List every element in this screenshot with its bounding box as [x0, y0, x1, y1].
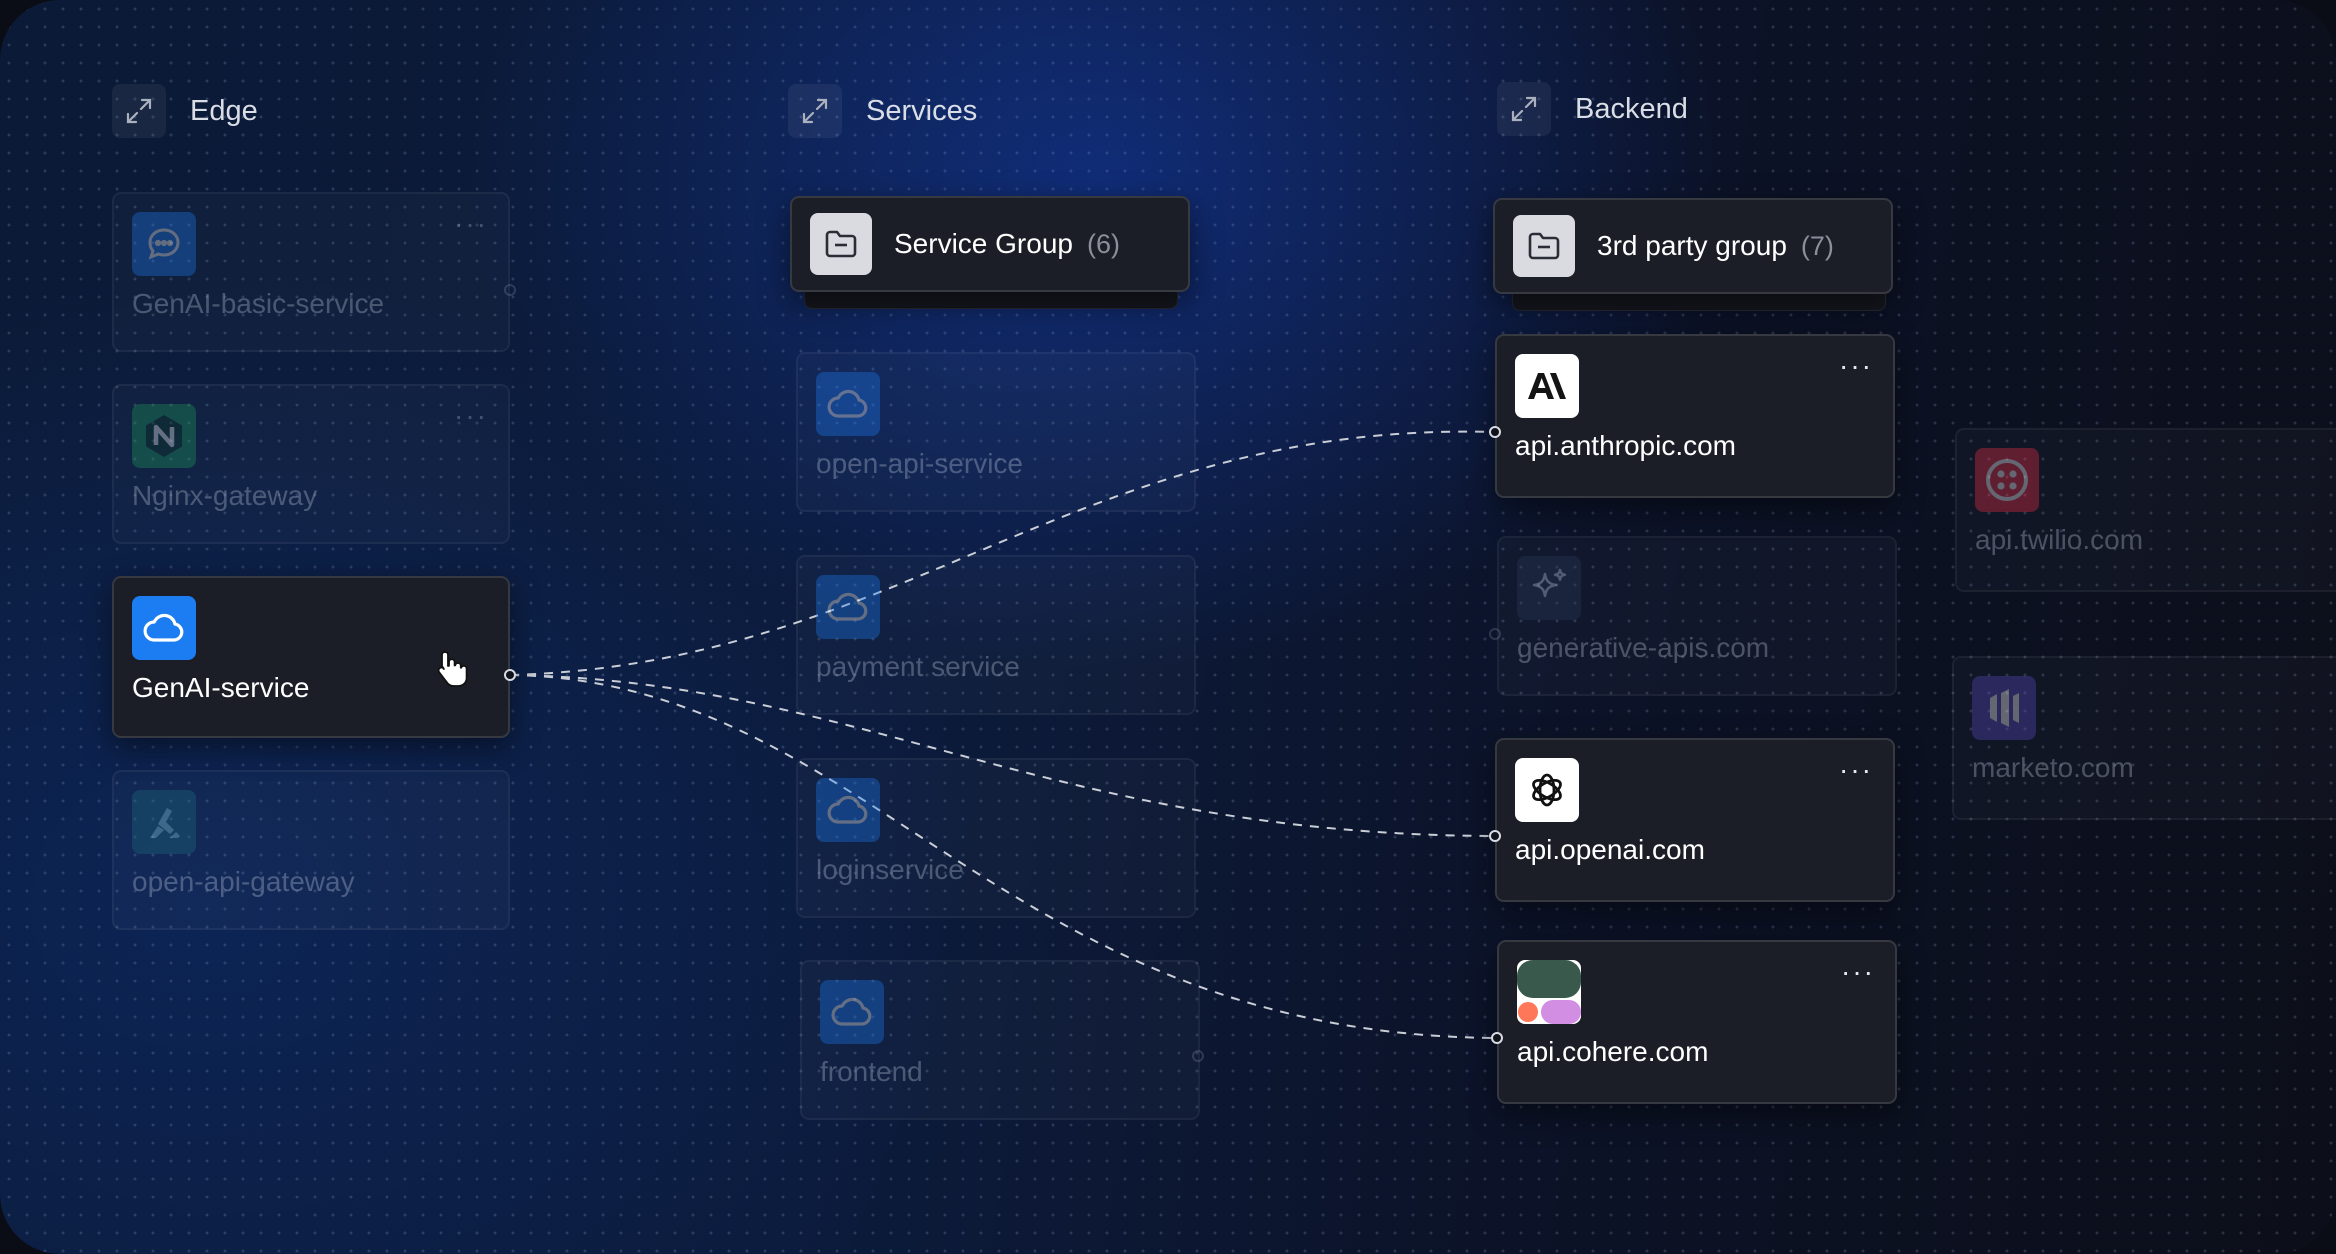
port-api-openai[interactable] [1489, 830, 1501, 842]
node-menu-button[interactable]: ··· [454, 400, 488, 432]
node-api-openai[interactable]: ··· api.openai.com [1495, 738, 1895, 902]
port-generative-apis[interactable] [1489, 628, 1501, 640]
services-column-title: Services [866, 94, 978, 127]
service-map-canvas: Edge Services Backend ··· GenAI-basic-se… [0, 0, 2336, 1254]
openai-icon [1515, 758, 1579, 822]
sparkle-icon [1517, 556, 1581, 620]
node-label: open-api-gateway [132, 866, 355, 897]
node-label: open-api-service [816, 448, 1023, 479]
node-payment-service[interactable]: payment service [796, 555, 1196, 715]
backend-expand-button[interactable] [1497, 82, 1551, 136]
node-label: loginservice [816, 854, 964, 885]
node-menu-button[interactable]: ··· [1841, 956, 1875, 988]
group-stack-shadow [1512, 292, 1886, 311]
port-api-anthropic[interactable] [1489, 426, 1501, 438]
port-api-cohere[interactable] [1491, 1032, 1503, 1044]
node-loginservice[interactable]: loginservice [796, 758, 1196, 918]
cohere-icon [1517, 960, 1581, 1024]
port-frontend[interactable] [1192, 1050, 1204, 1062]
folder-icon [1513, 215, 1575, 277]
node-label: Nginx-gateway [132, 480, 318, 511]
node-label: payment service [816, 651, 1020, 682]
marketo-icon [1972, 676, 2036, 740]
port-genai-basic-service[interactable] [504, 284, 516, 296]
node-api-anthropic[interactable]: ··· api.anthropic.com [1495, 334, 1895, 498]
group-stack-shadow [804, 290, 1178, 309]
node-menu-button[interactable]: ··· [454, 208, 488, 240]
cloud-icon [132, 596, 196, 660]
node-api-twilio[interactable]: ··· api.twilio.com [1955, 428, 2336, 592]
node-api-cohere[interactable]: ··· api.cohere.com [1497, 940, 1897, 1104]
node-frontend[interactable]: frontend [800, 960, 1200, 1120]
third-party-group-name: 3rd party group [1597, 230, 1787, 261]
third-party-group-card[interactable]: 3rd party group (7) [1493, 198, 1893, 294]
chat-bubble-icon [132, 212, 196, 276]
node-open-api-service[interactable]: open-api-service [796, 352, 1196, 512]
cloud-icon [816, 372, 880, 436]
port-genai-service[interactable] [504, 669, 516, 681]
expand-icon [802, 98, 828, 124]
backend-column-header: Backend [1497, 82, 1688, 136]
node-label: api.openai.com [1515, 834, 1705, 865]
folder-icon [810, 213, 872, 275]
node-label: frontend [820, 1056, 923, 1087]
node-label: GenAI-service [132, 672, 310, 703]
service-group-card[interactable]: Service Group (6) [790, 196, 1190, 292]
anthropic-icon [1515, 354, 1579, 418]
node-label: marketo.com [1972, 752, 2134, 783]
node-label: api.twilio.com [1975, 524, 2144, 555]
third-party-group-count: (7) [1800, 230, 1834, 261]
cloud-icon [816, 778, 880, 842]
edge-column-title: Edge [190, 94, 258, 127]
node-generative-apis[interactable]: generative-apis.com [1497, 536, 1897, 696]
node-open-api-gateway[interactable]: open-api-gateway [112, 770, 510, 930]
node-label: api.anthropic.com [1515, 430, 1737, 461]
node-menu-button[interactable]: ··· [1839, 350, 1873, 382]
node-nginx-gateway[interactable]: ··· Nginx-gateway [112, 384, 510, 544]
node-label: GenAI-basic-service [132, 288, 385, 319]
services-expand-button[interactable] [788, 84, 842, 138]
kong-icon [132, 790, 196, 854]
node-label: api.cohere.com [1517, 1036, 1709, 1067]
expand-icon [1511, 96, 1537, 122]
hand-cursor-icon [436, 648, 470, 693]
node-genai-basic-service[interactable]: ··· GenAI-basic-service [112, 192, 510, 352]
backend-column-title: Backend [1575, 92, 1688, 125]
service-group-name: Service Group [894, 228, 1073, 259]
node-marketo[interactable]: ··· marketo.com [1952, 656, 2336, 820]
cloud-icon [820, 980, 884, 1044]
service-group-count: (6) [1086, 228, 1120, 259]
cloud-icon [816, 575, 880, 639]
nginx-icon [132, 404, 196, 468]
services-column-header: Services [788, 84, 977, 138]
node-label: generative-apis.com [1517, 632, 1770, 663]
expand-icon [126, 98, 152, 124]
edge-expand-button[interactable] [112, 84, 166, 138]
node-menu-button[interactable]: ··· [1839, 754, 1873, 786]
twilio-icon [1975, 448, 2039, 512]
edge-column-header: Edge [112, 84, 258, 138]
